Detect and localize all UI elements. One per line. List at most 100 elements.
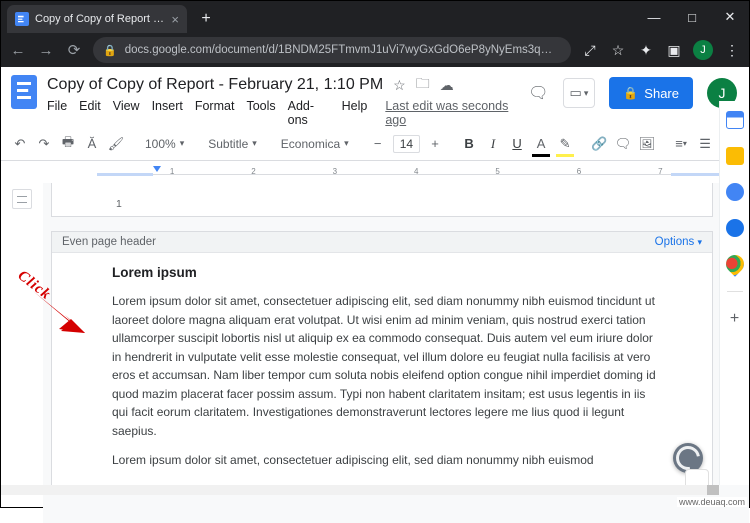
ruler-indent-marker[interactable]	[153, 166, 161, 172]
ruler-left-margin	[97, 173, 153, 176]
insert-comment-icon[interactable]: 🗨	[614, 133, 632, 155]
browser-menu-icon[interactable]: ⋮	[723, 41, 741, 59]
move-icon[interactable]: 🗀	[416, 73, 430, 97]
document-body[interactable]: Lorem ipsum Lorem ipsum dolor sit amet, …	[52, 253, 712, 489]
toolbar: ↶ ↷ 🖶 Ă 🖌 100%▾ Subtitle▾ Economica▾ − 1…	[1, 127, 749, 161]
font-select[interactable]: Economica▾	[277, 137, 353, 151]
nav-back-icon[interactable]: ←	[9, 41, 27, 59]
tasks-icon[interactable]	[726, 183, 744, 201]
docs-header: Copy of Copy of Report - February 21, 1:…	[1, 67, 749, 127]
address-bar-row: ← → ⟳ 🔒 docs.google.com/document/d/1BNDM…	[1, 33, 749, 67]
ruler[interactable]: 1 2 3 4 5 6 7	[97, 165, 723, 183]
outline-toggle-spacer	[1, 161, 41, 183]
page-previous[interactable]: 1	[51, 183, 713, 217]
page-current[interactable]: Even page header Options ▾ Lorem ipsum L…	[51, 231, 713, 490]
extension-icon[interactable]: ✦	[637, 41, 655, 59]
page-gap	[43, 217, 721, 231]
url-text: docs.google.com/document/d/1BNDM25FTmvmJ…	[125, 44, 561, 56]
font-size-increase[interactable]: +	[426, 133, 444, 155]
header-options-button[interactable]: Options ▾	[655, 236, 702, 248]
browser-tab[interactable]: Copy of Copy of Report - Februa ×	[7, 5, 187, 33]
ruler-right-margin	[671, 173, 723, 176]
font-size-decrease[interactable]: −	[369, 133, 387, 155]
window-maximize-icon[interactable]: □	[673, 1, 711, 33]
ruler-row: 1 2 3 4 5 6 7	[1, 161, 749, 183]
share-label: Share	[644, 86, 679, 101]
cloud-status-icon[interactable]: ☁	[440, 77, 454, 94]
star-icon[interactable]: ☆	[393, 77, 406, 94]
header-band[interactable]: Even page header Options ▾	[52, 232, 712, 253]
docs-logo-icon[interactable]	[11, 75, 37, 109]
body-paragraph: Lorem ipsum dolor sit amet, consectetuer…	[112, 292, 656, 441]
workspace: 1 Even page header Options ▾ Lorem ipsum…	[1, 183, 749, 523]
nav-reload-icon[interactable]: ⟳	[65, 41, 83, 59]
menu-format[interactable]: Format	[195, 99, 235, 127]
align-button[interactable]: ≡▾	[672, 133, 690, 155]
ruler-tick: 7	[658, 167, 662, 176]
last-edit-text[interactable]: Last edit was seconds ago	[385, 99, 518, 127]
window-controls: — □ ✕	[635, 1, 749, 33]
highlight-button[interactable]: ✎	[556, 133, 574, 155]
side-separator	[727, 291, 743, 292]
browser-chrome: Copy of Copy of Report - Februa × + — □ …	[1, 1, 749, 67]
horizontal-scrollbar[interactable]	[1, 485, 719, 495]
ruler-tick: 3	[333, 167, 337, 176]
insert-image-icon[interactable]: 🖼	[638, 133, 656, 155]
share-button[interactable]: 🔒 Share	[609, 77, 693, 109]
ruler-tick: 1	[170, 167, 174, 176]
watermark-text: www.deuaq.com	[677, 497, 747, 507]
font-size-input[interactable]: 14	[393, 135, 420, 153]
extension2-icon[interactable]: ▣	[665, 41, 683, 59]
doc-title[interactable]: Copy of Copy of Report - February 21, 1:…	[47, 76, 383, 94]
nav-forward-icon[interactable]: →	[37, 41, 55, 59]
share-lock-icon: 🔒	[623, 86, 638, 100]
outline-toggle-icon[interactable]	[12, 189, 32, 209]
body-heading: Lorem ipsum	[112, 263, 656, 284]
bookmark-icon[interactable]: ☆	[609, 41, 627, 59]
contacts-icon[interactable]	[726, 219, 744, 237]
side-panel: +	[719, 101, 749, 485]
undo-icon[interactable]: ↶	[11, 133, 29, 155]
paint-format-icon[interactable]: 🖌	[107, 133, 125, 155]
install-icon[interactable]: ⤢	[581, 41, 599, 59]
text-color-button[interactable]: A	[532, 133, 550, 155]
tab-strip: Copy of Copy of Report - Februa × + — □ …	[1, 1, 749, 33]
spellcheck-icon[interactable]: Ă	[83, 133, 101, 155]
ruler-tick: 2	[251, 167, 255, 176]
redo-icon[interactable]: ↷	[35, 133, 53, 155]
menu-file[interactable]: File	[47, 99, 67, 127]
comments-icon[interactable]: 🗨	[528, 83, 548, 103]
tab-title: Copy of Copy of Report - Februa	[35, 13, 165, 25]
underline-button[interactable]: U	[508, 133, 526, 155]
menu-view[interactable]: View	[113, 99, 140, 127]
style-select[interactable]: Subtitle▾	[204, 137, 261, 151]
insert-link-icon[interactable]: 🔗	[590, 133, 608, 155]
lock-icon: 🔒	[103, 44, 117, 57]
canvas[interactable]: 1 Even page header Options ▾ Lorem ipsum…	[43, 183, 749, 523]
address-bar[interactable]: 🔒 docs.google.com/document/d/1BNDM25FTmv…	[93, 37, 571, 63]
calendar-icon[interactable]	[726, 111, 744, 129]
italic-button[interactable]: I	[484, 133, 502, 155]
menu-insert[interactable]: Insert	[152, 99, 183, 127]
present-button[interactable]: ▭▾	[563, 78, 596, 108]
menu-addons[interactable]: Add-ons	[288, 99, 330, 127]
new-tab-button[interactable]: +	[193, 6, 219, 32]
print-icon[interactable]: 🖶	[59, 133, 77, 155]
menu-edit[interactable]: Edit	[79, 99, 101, 127]
ruler-tick: 4	[414, 167, 418, 176]
tab-close-icon[interactable]: ×	[171, 12, 179, 27]
addons-plus-icon[interactable]: +	[730, 310, 739, 328]
zoom-select[interactable]: 100%▾	[141, 137, 188, 151]
menu-bar: File Edit View Insert Format Tools Add-o…	[47, 99, 518, 127]
bold-button[interactable]: B	[460, 133, 478, 155]
line-spacing-icon[interactable]: ☰	[696, 133, 714, 155]
menu-tools[interactable]: Tools	[246, 99, 275, 127]
profile-avatar[interactable]: J	[693, 40, 713, 60]
window-minimize-icon[interactable]: —	[635, 1, 673, 33]
docs-favicon	[15, 12, 29, 26]
keep-icon[interactable]	[726, 147, 744, 165]
menu-help[interactable]: Help	[342, 99, 368, 127]
left-gutter	[1, 183, 43, 523]
window-close-icon[interactable]: ✕	[711, 1, 749, 33]
maps-icon[interactable]	[722, 251, 747, 276]
